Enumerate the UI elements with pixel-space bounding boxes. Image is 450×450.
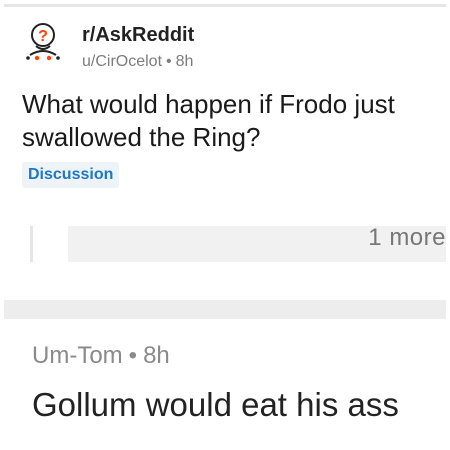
svg-text:?: ?: [38, 28, 48, 45]
comment-author[interactable]: Um-Tom: [32, 342, 123, 369]
thread-line: [30, 226, 33, 262]
comment-age: 8h: [143, 342, 170, 369]
comment-meta: Um-Tom • 8h: [32, 342, 170, 370]
post-author[interactable]: u/CirOcelot: [82, 53, 162, 70]
askreddit-snoo-icon[interactable]: ?: [22, 22, 68, 68]
section-divider: [4, 300, 446, 319]
comment-meta-separator: •: [128, 342, 138, 369]
post-age: 8h: [175, 53, 194, 70]
flair-badge[interactable]: Discussion: [22, 162, 120, 188]
post-meta: u/CirOcelot • 8h: [82, 53, 193, 71]
subreddit-name[interactable]: r/AskReddit: [82, 24, 194, 47]
more-replies-row[interactable]: 1 more: [30, 224, 446, 262]
post-title[interactable]: What would happen if Frodo just swallowe…: [22, 88, 442, 154]
top-divider: [4, 4, 446, 7]
more-replies-label[interactable]: 1 more: [368, 224, 446, 252]
meta-separator: •: [166, 53, 172, 70]
comment-body[interactable]: Gollum would eat his ass: [32, 386, 399, 424]
post-header: ? r/AskReddit u/CirOcelot • 8h: [22, 22, 442, 72]
